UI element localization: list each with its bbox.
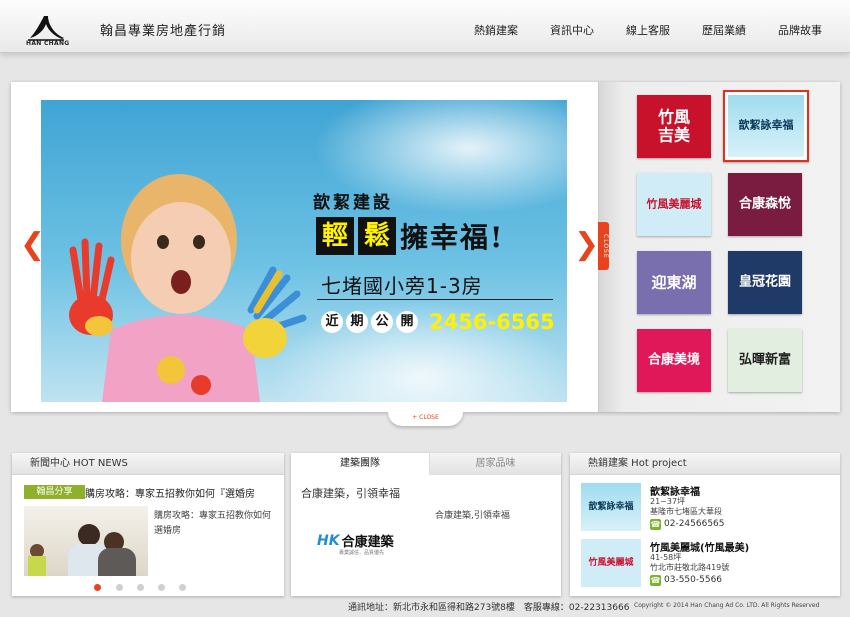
- news-headline-link[interactable]: 購房攻略：專家五招教你如何『選婚房: [85, 485, 281, 500]
- coming-char-4: 開: [396, 311, 418, 333]
- phone-icon: ☎: [650, 519, 661, 530]
- banner-subline: 七堵國小旁1-3房: [321, 274, 483, 298]
- hot-addr-1: 基隆市七堵區大華段: [650, 507, 722, 516]
- news-thumbnail[interactable]: [24, 506, 148, 576]
- banner-phone: 2456-6565: [429, 310, 555, 334]
- headline-rest: 擁幸福!: [400, 221, 505, 254]
- hk-mark-icon: HK: [317, 532, 340, 549]
- tab-home-taste[interactable]: 居家品味: [429, 453, 561, 475]
- thumb-ying-donghu[interactable]: 迎東湖: [637, 251, 711, 314]
- news-panel: 新聞中心 HOT NEWS 翰昌分享 購房攻略：專家五招教你如何『選婚房 購房攻…: [12, 453, 284, 596]
- coming-char-3: 公: [371, 311, 393, 333]
- news-pager-dot-5[interactable]: [179, 584, 186, 591]
- coming-char-2: 期: [346, 311, 368, 333]
- thumb-yong-xingfu[interactable]: 歆絜詠幸福: [723, 90, 809, 162]
- coming-char-1: 近: [321, 311, 343, 333]
- hero-banner[interactable]: 歆絜建設 輕 鬆 擁幸福! 七堵國小旁1-3房 近 期 公 開 2456-656…: [41, 100, 567, 402]
- close-bottom-tab[interactable]: + CLOSE: [388, 412, 463, 426]
- thumb-senyue[interactable]: 合康森悅: [728, 173, 802, 236]
- news-badge: 翰昌分享: [24, 485, 85, 499]
- news-pager-dot-1[interactable]: [94, 584, 101, 591]
- headline-char-2: 鬆: [358, 217, 396, 255]
- banner-divider: [317, 299, 553, 300]
- hot-addr-2: 竹北市莊敬北路419號: [650, 563, 730, 572]
- tab-building-team[interactable]: 建築團隊: [291, 453, 429, 475]
- headline-char-1: 輕: [316, 217, 354, 255]
- nav-hot-projects[interactable]: 熱銷建案: [474, 22, 518, 38]
- footer-copyright: Copyright © 2014 Han Chang Ad Co. LTD. A…: [634, 602, 820, 609]
- hot-thumb-1[interactable]: 歆絜詠幸福: [581, 483, 641, 531]
- hekang-tagline: 專業誠信．品質優先: [339, 550, 385, 556]
- team-panel: 建築團隊 居家品味 合康建築，引領幸福 合康建築,引領幸福 HK 合康建築 專業…: [291, 453, 561, 596]
- phone-icon: ☎: [650, 575, 661, 586]
- nav-info-center[interactable]: 資訊中心: [550, 22, 594, 38]
- next-arrow-icon[interactable]: ❯: [574, 230, 599, 260]
- nav-past-results[interactable]: 歷屆業績: [702, 22, 746, 38]
- thumb-xinfu[interactable]: 弘暉新富: [728, 329, 802, 392]
- banner-brand: 歆絜建設: [313, 193, 393, 213]
- main-nav: 熱銷建案 資訊中心 線上客服 歷屆業績 品牌故事: [474, 22, 822, 38]
- hot-thumb-2[interactable]: 竹風美麗城: [581, 539, 641, 587]
- hot-project-panel: 熱銷建案 Hot project 歆絜詠幸福 歆絜詠幸福 21~37坪 基隆市七…: [570, 453, 840, 596]
- thumb-zhufeng-jimei[interactable]: 竹風 吉美: [637, 95, 711, 158]
- team-description: 合康建築,引領幸福: [435, 511, 510, 521]
- news-excerpt: 購房攻略：專家五招教你如何選婚房: [154, 511, 272, 536]
- team-heading: 合康建築，引領幸福: [301, 487, 400, 500]
- news-panel-title: 新聞中心 HOT NEWS: [12, 453, 284, 475]
- news-pager-dot-4[interactable]: [158, 584, 165, 591]
- thumb-meijing[interactable]: 合康美境: [637, 329, 711, 392]
- hekang-logo[interactable]: HK 合康建築: [317, 531, 394, 551]
- site-title: 翰昌專業房地產行銷: [100, 24, 227, 39]
- site-header: HAN CHANG 翰昌專業房地產行銷 熱銷建案 資訊中心 線上客服 歷屆業績 …: [0, 0, 850, 53]
- hot-phone-2: 03-550-5566: [664, 575, 723, 585]
- nav-brand-story[interactable]: 品牌故事: [778, 22, 822, 38]
- child-photo: [69, 174, 307, 402]
- logo-text: HAN CHANG: [26, 40, 70, 47]
- thumb-crown-garden[interactable]: 皇冠花園: [728, 251, 802, 314]
- close-side-tab[interactable]: CLOSE: [598, 222, 609, 270]
- news-pager-dot-3[interactable]: [137, 584, 144, 591]
- footer-address: 通訊地址：新北市永和區得和路273號8樓 客服專線：02-22313666: [348, 603, 630, 613]
- nav-online-service[interactable]: 線上客服: [626, 22, 670, 38]
- news-pager-dot-2[interactable]: [116, 584, 123, 591]
- hot-phone-1: 02-24566565: [664, 519, 725, 529]
- thumb-meilicheng[interactable]: 竹風美麗城: [637, 173, 711, 236]
- hot-panel-title: 熱銷建案 Hot project: [570, 453, 840, 475]
